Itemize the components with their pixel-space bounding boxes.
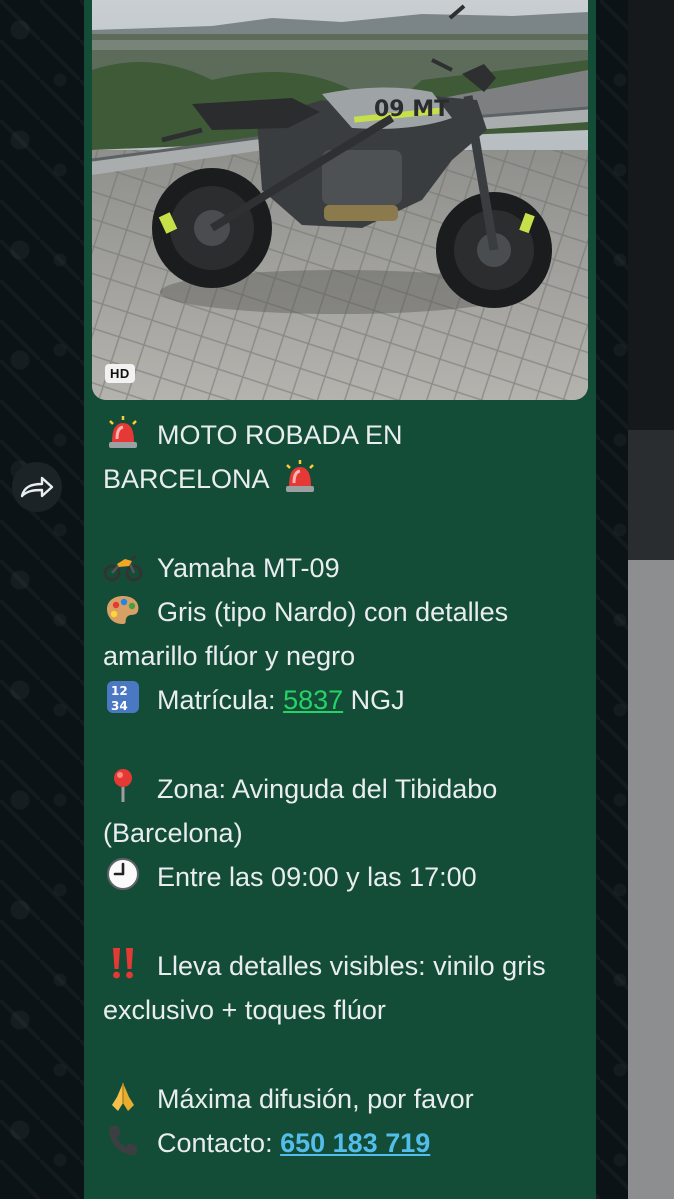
- police-siren-icon: [280, 459, 320, 493]
- plate-label: Matrícula:: [157, 685, 276, 715]
- message-text: MOTO ROBADA EN BARCELONA Yamaha MT-09 Gr…: [103, 413, 583, 1165]
- title-text-1: MOTO ROBADA EN: [157, 420, 403, 450]
- forward-button[interactable]: [12, 462, 62, 512]
- spread-line: Máxima difusión, por favor: [103, 1077, 583, 1121]
- input-numbers-icon: 12 34: [103, 680, 143, 714]
- svg-text:12: 12: [111, 684, 128, 698]
- motorcycle-icon: [103, 550, 143, 584]
- artist-palette-icon: [103, 593, 143, 627]
- clock-icon: [103, 857, 143, 891]
- telephone-icon: [103, 1123, 143, 1157]
- title-text-2: BARCELONA: [103, 464, 270, 494]
- color-line: Gris (tipo Nardo) con detalles amarillo …: [103, 590, 583, 678]
- hd-badge: HD: [105, 364, 135, 383]
- plate-letters: NGJ: [350, 685, 405, 715]
- contact-phone-link[interactable]: 650 183 719: [280, 1128, 430, 1158]
- police-siren-icon: [103, 415, 143, 449]
- details-line: Lleva detalles visibles: vinilo gris exc…: [103, 944, 583, 1032]
- spread-text: Máxima difusión, por favor: [157, 1084, 474, 1114]
- double-exclamation-icon: [103, 946, 143, 980]
- motorcycle-photo[interactable]: 09 MT HD: [92, 0, 588, 400]
- zone-line: Zona: Avinguda del Tibidabo (Barcelona): [103, 767, 583, 855]
- contact-label: Contacto:: [157, 1128, 273, 1158]
- plate-line: 12 34 Matrícula: 5837 NGJ: [103, 678, 583, 722]
- round-pushpin-icon: [103, 768, 143, 802]
- forward-arrow-icon: [20, 476, 54, 498]
- title-line-1: MOTO ROBADA EN: [103, 413, 583, 457]
- details-text: Lleva detalles visibles: vinilo gris exc…: [103, 951, 546, 1025]
- plate-number-link[interactable]: 5837: [283, 685, 343, 715]
- model-line: Yamaha MT-09: [103, 546, 583, 590]
- title-line-2: BARCELONA: [103, 457, 583, 501]
- svg-text:34: 34: [111, 699, 128, 713]
- folded-hands-icon: [103, 1079, 143, 1113]
- color-text: Gris (tipo Nardo) con detalles amarillo …: [103, 597, 509, 671]
- zone-text: Zona: Avinguda del Tibidabo (Barcelona): [103, 774, 498, 848]
- contact-line: Contacto: 650 183 719: [103, 1121, 583, 1165]
- model-text: Yamaha MT-09: [157, 553, 340, 583]
- time-line: Entre las 09:00 y las 17:00: [103, 855, 583, 899]
- side-scroll-area: [628, 0, 674, 1199]
- time-text: Entre las 09:00 y las 17:00: [157, 862, 477, 892]
- message-bubble: 09 MT HD MOTO ROBADA EN BARCELONA Yamaha…: [84, 0, 596, 1199]
